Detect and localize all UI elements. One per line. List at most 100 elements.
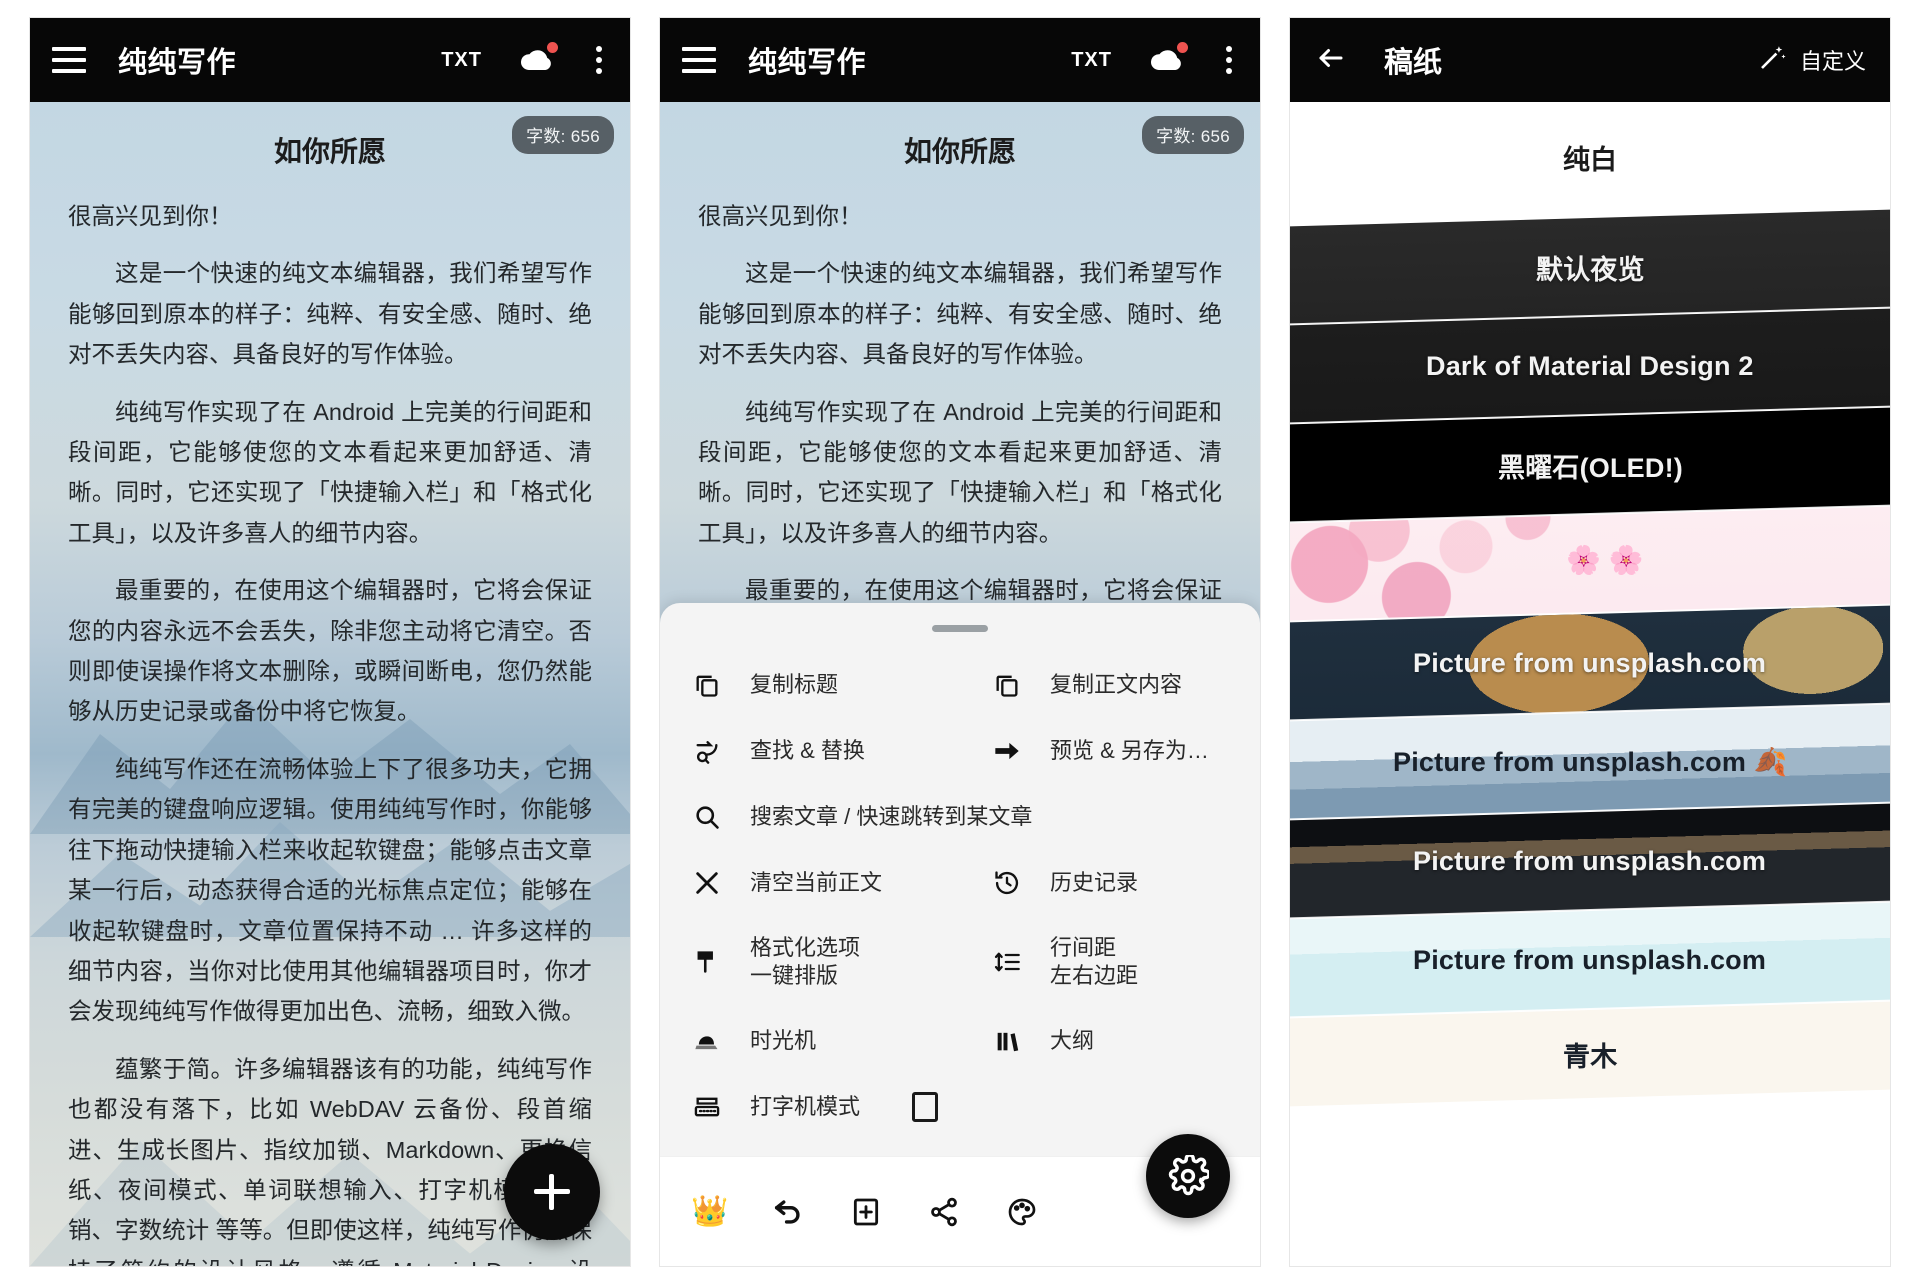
menu-item-title: 格式化选项 [750, 934, 861, 960]
menu-item-clear-body[interactable]: 清空当前正文 [660, 852, 960, 914]
arrow-right-icon [990, 737, 1024, 765]
theme-card[interactable]: 青木 [1290, 999, 1890, 1107]
search-icon [690, 803, 724, 831]
theme-card[interactable]: Picture from unsplash.com 🍂 [1290, 702, 1890, 820]
menu-item-label: 搜索文章 / 快速跳转到某文章 [750, 803, 1033, 829]
menu-item-history[interactable]: 历史记录 [960, 852, 1260, 914]
menu-item-find-replace[interactable]: 查找 & 替换 [660, 720, 960, 782]
menu-item-copy-title[interactable]: 复制标题 [660, 654, 960, 716]
cloud-sync-icon[interactable] [516, 42, 558, 77]
find-replace-icon [690, 737, 724, 765]
close-x-icon [690, 869, 724, 897]
theme-card[interactable]: Dark of Material Design 2 [1290, 306, 1890, 424]
panel-editor: 纯纯写作 TXT 字数: 656 如你所愿 很高兴见到你！ 这是一个快速的纯文本… [30, 18, 630, 1266]
theme-name: Picture from unsplash.com [1413, 647, 1767, 678]
theme-card[interactable]: Picture from unsplash.com [1290, 603, 1890, 721]
outline-icon [990, 1027, 1024, 1055]
txt-format-button[interactable]: TXT [1071, 49, 1112, 72]
sheet-items-grid: 复制标题 复制正文内容 查找 & 替换 预览 & 另存为… 搜索文章 / 快速跳… [660, 654, 1260, 1138]
paragraph: 纯纯写作还在流畅体验上下了很多功夫，它拥有完美的键盘响应逻辑。使用纯纯写作时，你… [68, 755, 592, 1025]
menu-item-preview-save-as[interactable]: 预览 & 另存为… [960, 720, 1260, 782]
menu-item-label: 预览 & 另存为… [1050, 737, 1209, 763]
customize-label: 自定义 [1799, 49, 1866, 74]
menu-item-search-article[interactable]: 搜索文章 / 快速跳转到某文章 [660, 786, 1260, 848]
paragraph: 蕴繁于简。许多编辑器该有的功能，纯纯写作也都没有落下，比如 WebDAV 云备份… [68, 1055, 592, 1266]
paragraph: 很高兴见到你！ [68, 203, 233, 229]
menu-item-label: 清空当前正文 [750, 869, 883, 895]
app-bar: 纯纯写作 TXT [30, 18, 630, 102]
theme-cards: 默认夜览 Dark of Material Design 2 黑曜石(OLED!… [1290, 207, 1890, 1107]
txt-format-button[interactable]: TXT [441, 49, 482, 72]
word-count-badge: 字数: 656 [512, 116, 614, 154]
add-plus-icon[interactable] [504, 1144, 600, 1240]
theme-item-pure-white[interactable]: 纯白 [1290, 102, 1890, 217]
theme-name: 黑曜石(OLED!) [1497, 452, 1683, 483]
menu-item-label: 格式化选项 一键排版 [750, 934, 860, 990]
kebab-menu-icon[interactable] [590, 43, 608, 77]
theme-card[interactable]: 🌸 🌸 [1290, 504, 1890, 622]
paragraph: 纯纯写作实现了在 Android 上完美的行间距和段间距，它能够使您的文本看起来… [68, 398, 592, 546]
sakura-emoji-icon: 🌸 🌸 [1566, 544, 1644, 576]
copy-icon [690, 671, 724, 699]
menu-item-title: 行间距 [1050, 934, 1117, 960]
app-title: 纯纯写作 [748, 47, 867, 79]
menu-item-outline[interactable]: 大纲 [960, 1010, 1260, 1072]
drag-handle[interactable] [932, 624, 988, 632]
menu-item-label: 行间距 左右边距 [1050, 934, 1138, 990]
time-machine-icon [690, 1027, 724, 1055]
theme-name: 默认夜览 [1535, 254, 1645, 285]
crown-icon[interactable]: 👑 [690, 1192, 730, 1232]
menu-item-subtitle: 左右边距 [1050, 962, 1139, 988]
theme-card[interactable]: Picture from unsplash.com [1290, 900, 1890, 1018]
menu-item-label: 大纲 [1050, 1027, 1095, 1053]
palette-icon[interactable] [1002, 1192, 1042, 1232]
menu-item-typewriter-mode[interactable]: 打字机模式 [660, 1076, 960, 1138]
kebab-menu-icon[interactable] [1220, 43, 1238, 77]
hamburger-icon[interactable] [52, 47, 86, 73]
paragraph: 这是一个快速的纯文本编辑器，我们希望写作能够回到原本的样子：纯粹、有安全感、随时… [68, 260, 592, 368]
theme-card[interactable]: Picture from unsplash.com [1290, 801, 1890, 919]
sync-status-dot [547, 42, 558, 53]
back-arrow-icon[interactable] [1314, 43, 1348, 78]
cloud-sync-icon[interactable] [1146, 42, 1188, 77]
paper-page-title: 稿纸 [1384, 47, 1443, 79]
undo-icon[interactable] [768, 1192, 808, 1232]
screenshot-stage: 纯纯写作 TXT 字数: 656 如你所愿 很高兴见到你！ 这是一个快速的纯文本… [0, 0, 1920, 1280]
share-icon[interactable] [924, 1192, 964, 1232]
menu-item-label: 时光机 [750, 1027, 817, 1053]
theme-card[interactable]: 黑曜石(OLED!) [1290, 405, 1890, 523]
settings-gear-icon[interactable] [1146, 1134, 1230, 1218]
add-box-icon[interactable] [846, 1192, 886, 1232]
menu-item-time-machine[interactable]: 时光机 [660, 1010, 960, 1072]
menu-item-label: 历史记录 [1050, 869, 1139, 895]
typewriter-mode-checkbox[interactable] [912, 1092, 939, 1122]
line-spacing-icon [990, 948, 1024, 976]
editor-surface[interactable]: 字数: 656 如你所愿 很高兴见到你！ 这是一个快速的纯文本编辑器，我们希望写… [30, 102, 630, 1266]
menu-item-subtitle: 一键排版 [750, 962, 839, 988]
panel-menu-sheet: 纯纯写作 TXT 字数: 656 如你所愿 很高兴见到你！ 这是一个快速的纯文本… [660, 18, 1260, 1266]
app-title: 纯纯写作 [118, 47, 237, 79]
menu-item-format-options[interactable]: 格式化选项 一键排版 [660, 918, 960, 1006]
menu-item-label: 复制标题 [750, 671, 839, 697]
app-bar: 纯纯写作 TXT [660, 18, 1260, 102]
menu-item-label: 打字机模式 [750, 1093, 861, 1119]
copy-icon [990, 671, 1024, 699]
typewriter-icon [690, 1093, 724, 1121]
menu-item-line-spacing[interactable]: 行间距 左右边距 [960, 918, 1260, 1006]
history-icon [990, 869, 1024, 897]
menu-item-label: 复制正文内容 [1050, 671, 1183, 697]
bottom-sheet-menu: 复制标题 复制正文内容 查找 & 替换 预览 & 另存为… 搜索文章 / 快速跳… [660, 602, 1260, 1156]
menu-item-copy-body[interactable]: 复制正文内容 [960, 654, 1260, 716]
panel-paper-themes: 稿纸 自定义 纯白 默认夜览 Dark of Material Design 2… [1290, 18, 1890, 1266]
format-paint-icon [690, 948, 724, 976]
theme-list[interactable]: 纯白 默认夜览 Dark of Material Design 2 黑曜石(OL… [1290, 102, 1890, 1266]
theme-name: Picture from unsplash.com [1413, 944, 1767, 975]
hamburger-icon[interactable] [682, 47, 716, 73]
document-body[interactable]: 很高兴见到你！ 这是一个快速的纯文本编辑器，我们希望写作能够回到原本的样子：纯粹… [30, 170, 630, 1266]
theme-card[interactable]: 默认夜览 [1290, 207, 1890, 325]
paragraph: 最重要的，在使用这个编辑器时，它将会保证您的内容永远不会丢失，除非您主动将它清空… [68, 577, 592, 725]
customize-button[interactable]: 自定义 [1756, 42, 1866, 79]
paper-app-bar: 稿纸 自定义 [1290, 18, 1890, 102]
theme-name: Picture from unsplash.com 🍂 [1392, 747, 1788, 777]
theme-name: Picture from unsplash.com [1413, 845, 1767, 876]
